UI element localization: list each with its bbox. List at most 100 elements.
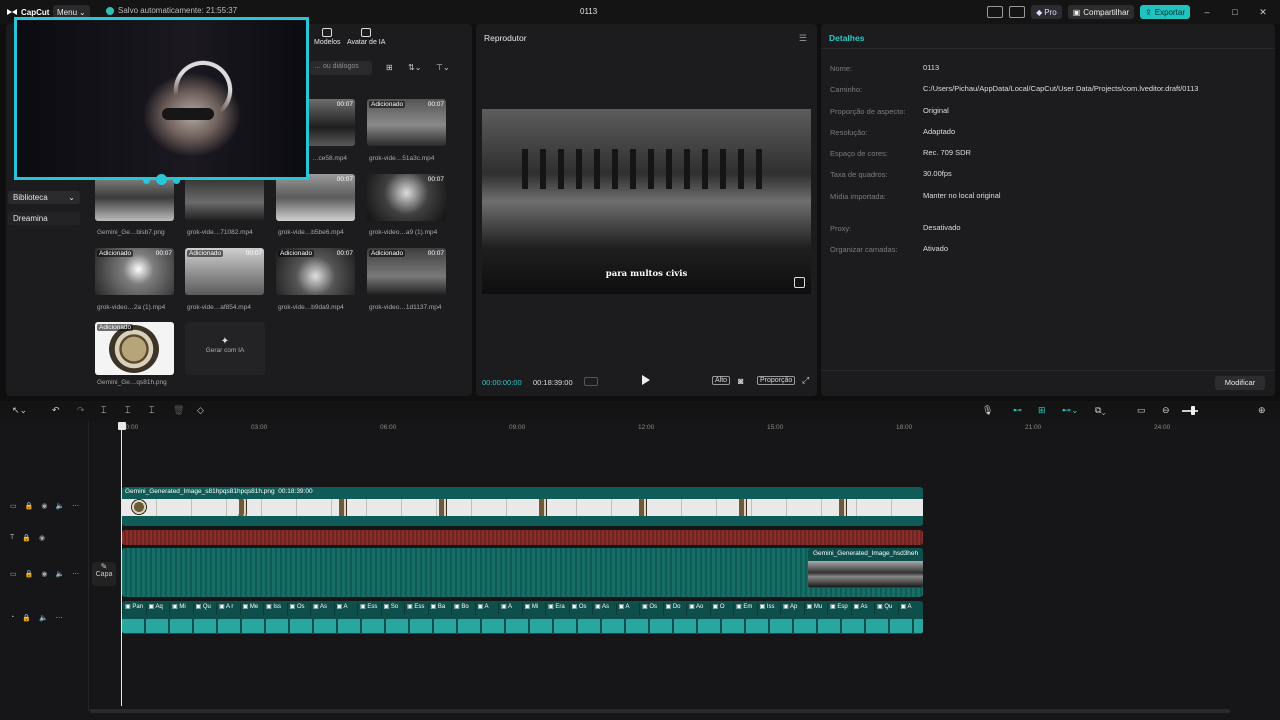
audio-word-chip[interactable]: ▣ Mi xyxy=(169,603,193,615)
audio-word-chip[interactable]: ▣ A r xyxy=(216,603,240,615)
more-icon[interactable]: ⋯ xyxy=(72,502,79,510)
audio-word-chip[interactable]: ▣ O xyxy=(709,603,734,615)
audio-word-chip[interactable]: ▣ Ap xyxy=(780,603,804,615)
audio-word-chip[interactable]: ▣ Iss xyxy=(263,603,287,615)
audio-word-chip[interactable]: ▣ Pan xyxy=(122,603,146,615)
search-input[interactable]: … ou diálogos xyxy=(310,61,372,75)
sort-icon[interactable]: ⇅⌄ xyxy=(408,63,421,72)
split-right-icon[interactable]: ⌶ xyxy=(149,405,154,416)
rotate-handle[interactable] xyxy=(156,174,167,185)
media-item[interactable]: Adicionado 00:07 xyxy=(185,248,264,295)
volume-icon[interactable]: 🔈 xyxy=(55,502,64,510)
audio-word-chip[interactable]: ▣ A xyxy=(474,603,499,615)
audio-word-chip[interactable]: ▣ So xyxy=(380,603,405,615)
media-item[interactable]: Adicionado 00:07 xyxy=(367,99,446,146)
link-icon[interactable]: ⊞ xyxy=(1038,405,1046,416)
media-item[interactable] xyxy=(185,174,264,221)
image-clip[interactable]: Gemini_Generated_Image_s81hpqs81hpqs81h.… xyxy=(122,487,923,526)
audio-word-chip[interactable]: ▣ Ao xyxy=(686,603,710,615)
cover-button[interactable]: ✎ Capa xyxy=(92,562,116,586)
audio-word-chip[interactable]: ▣ Era xyxy=(545,603,569,615)
audio-word-chip[interactable]: ▣ Mu xyxy=(803,603,828,615)
subtitle-icon[interactable]: ▭ xyxy=(1137,405,1146,416)
tab-ai-avatar[interactable]: Avatar de IA xyxy=(347,28,385,46)
end-image-clip[interactable]: Gemini_Generated_Image_hsd3heh xyxy=(808,548,923,588)
sidebar-item-dreamina[interactable]: Dreamina xyxy=(8,212,80,225)
pro-button[interactable]: ◆ Pro xyxy=(1031,5,1062,19)
audio-word-chip[interactable]: ▣ As xyxy=(592,603,616,615)
grid-view-icon[interactable]: ⊞ xyxy=(386,63,393,72)
more-icon[interactable]: ⋯ xyxy=(72,570,79,578)
player-menu-icon[interactable]: ☰ xyxy=(799,33,807,44)
split-icon[interactable]: ⌶ xyxy=(101,405,106,416)
audio-word-chip[interactable]: ▣ A xyxy=(333,603,358,615)
maximize-button[interactable]: □ xyxy=(1224,7,1246,17)
ratio-button[interactable]: Proporção xyxy=(757,376,796,385)
export-button[interactable]: ⇪ Exportar xyxy=(1140,5,1190,19)
audio-word-chip[interactable]: ▣ Ess xyxy=(357,603,381,615)
audio-word-chip[interactable]: ▣ A xyxy=(615,603,640,615)
audio-word-chip[interactable]: ▣ Bo xyxy=(451,603,475,615)
preview-axis-icon[interactable]: ⊷⌄ xyxy=(1062,405,1079,416)
audio-word-chip[interactable]: ▣ Iss xyxy=(756,603,781,615)
timecode-icon[interactable] xyxy=(584,377,598,386)
microphone-icon[interactable]: 🎙 xyxy=(982,405,993,416)
audio-word-chip[interactable]: ▣ A xyxy=(498,603,522,615)
audio-word-chip[interactable]: ▣ Qu xyxy=(874,603,898,615)
close-button[interactable]: ✕ xyxy=(1252,7,1274,18)
select-tool-icon[interactable]: ↖⌄ xyxy=(12,405,27,416)
minimize-button[interactable]: – xyxy=(1196,7,1218,17)
audio-word-chip[interactable]: ▣ Ba xyxy=(427,603,452,615)
playhead-cap[interactable] xyxy=(118,422,126,430)
eye-icon[interactable]: ◉ xyxy=(39,534,45,542)
modify-button[interactable]: Modificar xyxy=(1215,376,1265,390)
redo-icon[interactable]: ↷ xyxy=(77,405,85,416)
zoom-slider-handle[interactable] xyxy=(1191,406,1195,415)
playhead[interactable] xyxy=(121,423,122,706)
fullscreen-icon[interactable]: ⤢ xyxy=(802,375,809,386)
audio-word-chip[interactable]: ▣ Ess xyxy=(404,603,428,615)
zoom-slider[interactable] xyxy=(1182,410,1198,412)
media-item[interactable]: Adicionado 00:07 xyxy=(276,248,355,295)
webcam-overlay[interactable] xyxy=(14,17,309,180)
audio-word-chip[interactable]: ▣ Esp xyxy=(827,603,851,615)
media-item[interactable]: 00:07 xyxy=(276,174,355,221)
lock-icon[interactable]: 🔒 xyxy=(25,570,34,578)
lock-icon[interactable]: 🔒 xyxy=(22,614,31,622)
layout-icon[interactable] xyxy=(987,6,1004,18)
media-item[interactable]: Adicionado xyxy=(95,322,174,375)
video-preview[interactable]: para multos civis xyxy=(482,109,811,294)
timeline-scrollbar[interactable] xyxy=(90,709,1230,713)
magnet-icon[interactable]: ⊷ xyxy=(1013,405,1022,416)
audio-word-chip[interactable]: ▣ As xyxy=(850,603,875,615)
audio-clip-track[interactable]: ▣ Pan ▣ Aq ▣ Mi ▣ Qu ▣ A r ▣ Me ▣ Iss ▣ Os ▣ As ▣… xyxy=(122,601,923,634)
lock-icon[interactable]: 🔒 xyxy=(22,534,31,542)
audio-word-chip[interactable]: ▣ A xyxy=(897,603,922,615)
generate-ai-button[interactable]: ✦ Gerar com IA xyxy=(185,322,265,375)
media-item[interactable]: Adicionado 00:07 xyxy=(95,248,174,295)
eye-icon[interactable]: ◉ xyxy=(41,570,47,578)
camera-icon[interactable]: ◙ xyxy=(738,376,743,386)
shortcuts-icon[interactable] xyxy=(1009,6,1026,18)
undo-icon[interactable]: ↶ xyxy=(52,405,60,416)
delete-icon[interactable]: 🗑 xyxy=(173,405,184,416)
eye-icon[interactable]: ◉ xyxy=(41,502,47,510)
share-button[interactable]: ▣ Compartilhar xyxy=(1067,5,1135,19)
zoom-in-icon[interactable]: ⊕ xyxy=(1258,405,1266,416)
volume-icon[interactable]: 🔈 xyxy=(55,570,64,578)
quality-button[interactable]: Alto xyxy=(712,376,731,385)
media-item[interactable]: Adicionado 00:07 xyxy=(367,248,446,295)
sidebar-item-library[interactable]: Biblioteca ⌄ xyxy=(8,191,80,204)
text-clip[interactable] xyxy=(122,530,923,545)
marker-icon[interactable]: ◇ xyxy=(197,405,204,416)
audio-word-chip[interactable]: ▣ Do xyxy=(662,603,687,615)
audio-word-chip[interactable]: ▣ Mi xyxy=(521,603,546,615)
resize-handle[interactable] xyxy=(173,177,180,184)
audio-word-chip[interactable]: ▣ Em xyxy=(733,603,757,615)
play-button[interactable] xyxy=(642,375,650,385)
audio-word-chip[interactable]: ▣ Os xyxy=(568,603,593,615)
media-item[interactable]: 00:07 xyxy=(367,174,446,221)
tab-templates[interactable]: Modelos xyxy=(314,28,340,46)
audio-word-chip[interactable]: ▣ As xyxy=(310,603,334,615)
main-video-clip[interactable] xyxy=(122,548,923,597)
